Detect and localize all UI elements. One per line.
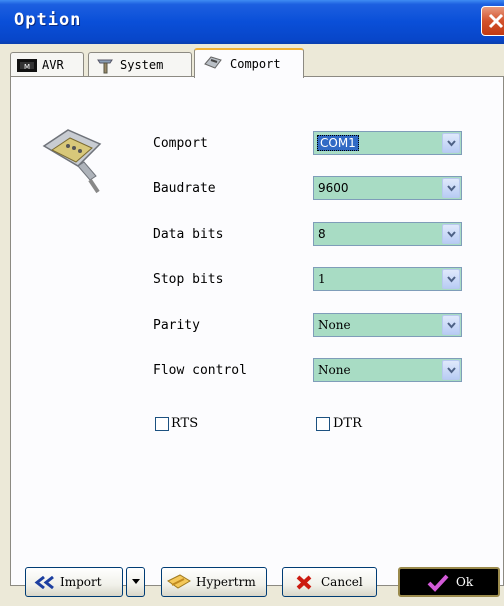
triangle-down-icon	[132, 579, 140, 584]
data-bits-select[interactable]: 8	[313, 222, 462, 246]
hypertrm-button[interactable]: Hypertrm	[161, 567, 267, 597]
tab-comport-label: Comport	[230, 57, 281, 71]
stop-bits-value: 1	[318, 272, 326, 286]
parity-label: Parity	[153, 318, 200, 333]
window-title: Option	[14, 10, 82, 30]
close-button[interactable]	[481, 6, 504, 36]
chevron-down-icon	[447, 276, 456, 283]
flow-control-value: None	[318, 363, 351, 377]
cancel-label: Cancel	[321, 575, 363, 589]
data-bits-dropdown-arrow[interactable]	[442, 224, 460, 244]
comport-label: Comport	[153, 136, 208, 151]
chevron-down-icon	[447, 231, 456, 238]
ok-button[interactable]: Ok	[398, 567, 500, 597]
chevron-down-icon	[447, 140, 456, 147]
stop-bits-dropdown-arrow[interactable]	[442, 269, 460, 289]
hyperterminal-icon	[167, 574, 191, 589]
dtr-checkbox[interactable]	[316, 417, 330, 431]
baudrate-select[interactable]: 9600	[313, 176, 462, 200]
import-label: Import	[60, 575, 102, 589]
tab-system[interactable]: System	[88, 52, 192, 76]
ok-label: Ok	[456, 575, 474, 589]
tab-avr-label: AVR	[42, 58, 64, 72]
import-dropdown-button[interactable]	[126, 567, 145, 597]
checkmark-icon	[427, 574, 449, 592]
import-button[interactable]: Import	[25, 567, 123, 597]
title-bar[interactable]: Option	[0, 0, 504, 44]
parity-select[interactable]: None	[313, 313, 462, 337]
data-bits-label: Data bits	[153, 227, 224, 242]
parity-value: None	[318, 318, 351, 332]
double-chevron-left-icon	[34, 576, 54, 589]
chevron-down-icon	[447, 322, 456, 329]
parity-dropdown-arrow[interactable]	[442, 315, 460, 335]
flow-control-dropdown-arrow[interactable]	[442, 360, 460, 380]
option-dialog: Option M AVR System Comport Comport COM1…	[0, 0, 504, 606]
tab-avr[interactable]: M AVR	[10, 52, 84, 76]
stop-bits-select[interactable]: 1	[313, 267, 462, 291]
serial-connector-icon	[42, 129, 102, 194]
chip-icon: M	[17, 59, 37, 72]
tools-icon	[97, 59, 113, 74]
comport-dropdown-arrow[interactable]	[442, 133, 460, 153]
flow-control-select[interactable]: None	[313, 358, 462, 382]
serial-plug-icon	[204, 56, 222, 69]
tab-comport[interactable]: Comport	[194, 48, 304, 78]
baudrate-dropdown-arrow[interactable]	[442, 178, 460, 198]
chevron-down-icon	[447, 367, 456, 374]
close-icon	[488, 13, 504, 29]
dtr-label: DTR	[333, 416, 362, 431]
data-bits-value: 8	[318, 227, 326, 241]
comport-select[interactable]: COM1	[313, 131, 462, 155]
tab-system-label: System	[120, 58, 164, 72]
baudrate-label: Baudrate	[153, 181, 216, 196]
rts-label: RTS	[171, 416, 199, 431]
flow-control-label: Flow control	[153, 363, 247, 378]
cancel-button[interactable]: Cancel	[282, 567, 377, 597]
rts-checkbox[interactable]	[155, 417, 169, 431]
red-x-icon	[296, 575, 312, 590]
comport-value: COM1	[317, 135, 359, 151]
baudrate-value: 9600	[318, 181, 349, 195]
chevron-down-icon	[447, 185, 456, 192]
hypertrm-label: Hypertrm	[196, 575, 256, 589]
stop-bits-label: Stop bits	[153, 272, 224, 287]
svg-text:M: M	[24, 63, 30, 71]
